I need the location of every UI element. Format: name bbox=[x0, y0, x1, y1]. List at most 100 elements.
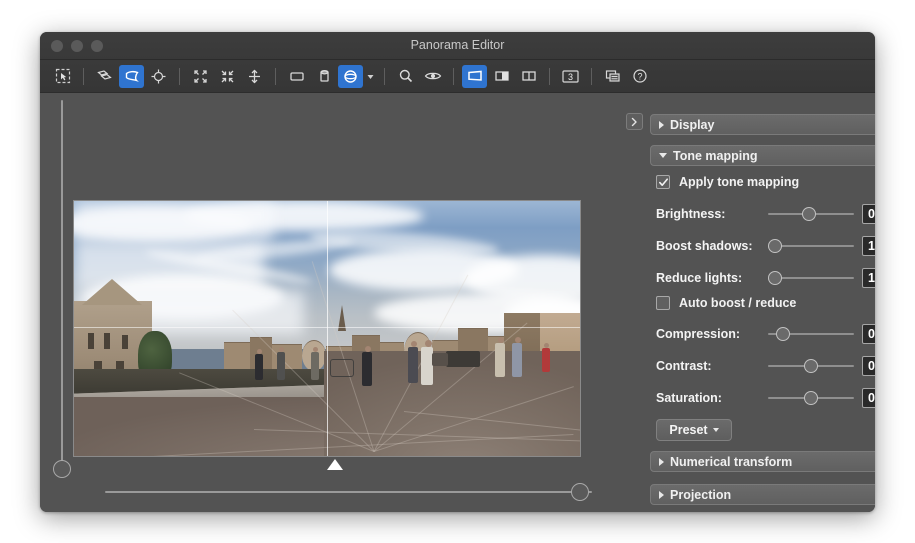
chevron-right-icon bbox=[659, 458, 664, 466]
single-view-icon[interactable] bbox=[462, 65, 487, 88]
contrast-label: Contrast: bbox=[656, 359, 768, 373]
set-center-icon[interactable] bbox=[146, 65, 171, 88]
center-guide-line bbox=[327, 201, 328, 456]
toolbar-separator bbox=[179, 68, 180, 85]
edit-image-icon[interactable] bbox=[119, 65, 144, 88]
apply-tone-mapping-checkbox[interactable] bbox=[656, 175, 670, 189]
toolbar-separator bbox=[83, 68, 84, 85]
person bbox=[362, 352, 372, 386]
panorama-canvas bbox=[74, 201, 580, 456]
compression-field[interactable]: 0,15 bbox=[862, 324, 875, 344]
editor-area bbox=[40, 93, 608, 512]
select-arrow-icon[interactable] bbox=[50, 65, 75, 88]
section-projection[interactable]: Projection bbox=[650, 484, 875, 505]
zoom-icon[interactable] bbox=[393, 65, 418, 88]
person bbox=[495, 343, 505, 377]
horse bbox=[432, 353, 448, 366]
svg-text:3: 3 bbox=[568, 72, 573, 82]
toolbar-separator bbox=[384, 68, 385, 85]
projection-dropdown-caret-icon[interactable] bbox=[364, 65, 377, 88]
section-numerical-transform[interactable]: Numerical transform bbox=[650, 451, 875, 472]
spherical-projection-icon[interactable] bbox=[338, 65, 363, 88]
image-count-badge-icon[interactable]: 3 bbox=[558, 65, 583, 88]
person bbox=[421, 347, 433, 385]
section-tone-mapping-label: Tone mapping bbox=[673, 149, 758, 163]
help-icon[interactable]: ? bbox=[627, 65, 652, 88]
person bbox=[512, 343, 522, 377]
reduce-lights-field[interactable]: 1 EV bbox=[862, 268, 875, 288]
saturation-slider-knob[interactable] bbox=[804, 391, 818, 405]
window-opening bbox=[88, 333, 94, 349]
row-boost-shadows: Boost shadows: 1,2 EV bbox=[656, 235, 875, 257]
section-tone-mapping[interactable]: Tone mapping bbox=[650, 145, 875, 166]
person bbox=[408, 347, 418, 383]
brightness-slider-knob[interactable] bbox=[802, 207, 816, 221]
saturation-slider[interactable] bbox=[768, 388, 854, 408]
row-contrast: Contrast: 0 bbox=[656, 355, 875, 377]
chevron-right-icon bbox=[630, 117, 639, 127]
svg-text:?: ? bbox=[637, 71, 642, 81]
window-title: Panorama Editor bbox=[40, 32, 875, 59]
compression-label: Compression: bbox=[656, 327, 768, 341]
move-images-icon[interactable] bbox=[92, 65, 117, 88]
vertical-slider-track[interactable] bbox=[61, 100, 63, 474]
boost-shadows-field[interactable]: 1,2 EV bbox=[862, 236, 875, 256]
center-vertical-icon[interactable] bbox=[242, 65, 267, 88]
apply-tone-mapping-label: Apply tone mapping bbox=[679, 175, 799, 189]
person bbox=[542, 348, 550, 372]
horizontal-slider-knob[interactable] bbox=[571, 483, 589, 501]
boost-shadows-slider-knob[interactable] bbox=[768, 239, 782, 253]
gable-roof bbox=[82, 279, 142, 305]
preview-eye-icon[interactable] bbox=[420, 65, 445, 88]
auto-boost-reduce-row[interactable]: Auto boost / reduce bbox=[656, 296, 796, 310]
boost-shadows-slider[interactable] bbox=[768, 236, 854, 256]
reduce-lights-slider-knob[interactable] bbox=[768, 271, 782, 285]
brightness-field[interactable]: 0,47 bbox=[862, 204, 875, 224]
person-head bbox=[425, 340, 432, 347]
chevron-right-icon bbox=[659, 491, 664, 499]
shrink-icon[interactable] bbox=[215, 65, 240, 88]
auto-boost-reduce-checkbox[interactable] bbox=[656, 296, 670, 310]
layers-icon[interactable] bbox=[600, 65, 625, 88]
contrast-slider[interactable] bbox=[768, 356, 854, 376]
contrast-field[interactable]: 0 bbox=[862, 356, 875, 376]
section-display[interactable]: Display bbox=[650, 114, 875, 135]
dual-view-icon[interactable] bbox=[516, 65, 541, 88]
panorama-editor-window: Panorama Editor bbox=[40, 32, 875, 512]
screenshot-root: Panorama Editor bbox=[0, 0, 915, 543]
panorama-preview[interactable] bbox=[73, 200, 581, 457]
chevron-down-icon bbox=[713, 428, 719, 432]
auto-boost-reduce-label: Auto boost / reduce bbox=[679, 296, 796, 310]
preset-button-label: Preset bbox=[669, 423, 707, 437]
check-icon bbox=[658, 177, 669, 188]
apply-tone-mapping-row[interactable]: Apply tone mapping bbox=[656, 175, 799, 189]
toolbar-separator bbox=[591, 68, 592, 85]
section-projection-label: Projection bbox=[670, 488, 731, 502]
fit-all-icon[interactable] bbox=[188, 65, 213, 88]
brightness-slider[interactable] bbox=[768, 204, 854, 224]
reduce-lights-slider[interactable] bbox=[768, 268, 854, 288]
panel-collapse-button[interactable] bbox=[626, 113, 643, 130]
main-toolbar: 3 ? bbox=[40, 60, 875, 93]
window-titlebar: Panorama Editor bbox=[40, 32, 875, 60]
rectilinear-projection-icon[interactable] bbox=[284, 65, 309, 88]
cylindrical-projection-icon[interactable] bbox=[311, 65, 336, 88]
toolbar-separator bbox=[275, 68, 276, 85]
toolbar-separator bbox=[549, 68, 550, 85]
compression-slider-knob[interactable] bbox=[776, 327, 790, 341]
row-saturation: Saturation: 0 bbox=[656, 387, 875, 409]
row-brightness: Brightness: 0,47 bbox=[656, 203, 875, 225]
saturation-field[interactable]: 0 bbox=[862, 388, 875, 408]
horizontal-pan-slider[interactable] bbox=[103, 481, 603, 503]
vertical-zoom-slider[interactable] bbox=[51, 98, 73, 490]
compression-slider[interactable] bbox=[768, 324, 854, 344]
boost-shadows-label: Boost shadows: bbox=[656, 239, 768, 253]
saturation-label: Saturation: bbox=[656, 391, 768, 405]
contrast-slider-knob[interactable] bbox=[804, 359, 818, 373]
vertical-slider-knob[interactable] bbox=[53, 460, 71, 478]
split-view-icon[interactable] bbox=[489, 65, 514, 88]
window-body: Display Tone mapping Apply tone mapping bbox=[40, 93, 875, 512]
horizontal-slider-track[interactable] bbox=[105, 491, 592, 493]
preset-button[interactable]: Preset bbox=[656, 419, 732, 441]
center-marker-triangle[interactable] bbox=[327, 459, 343, 470]
